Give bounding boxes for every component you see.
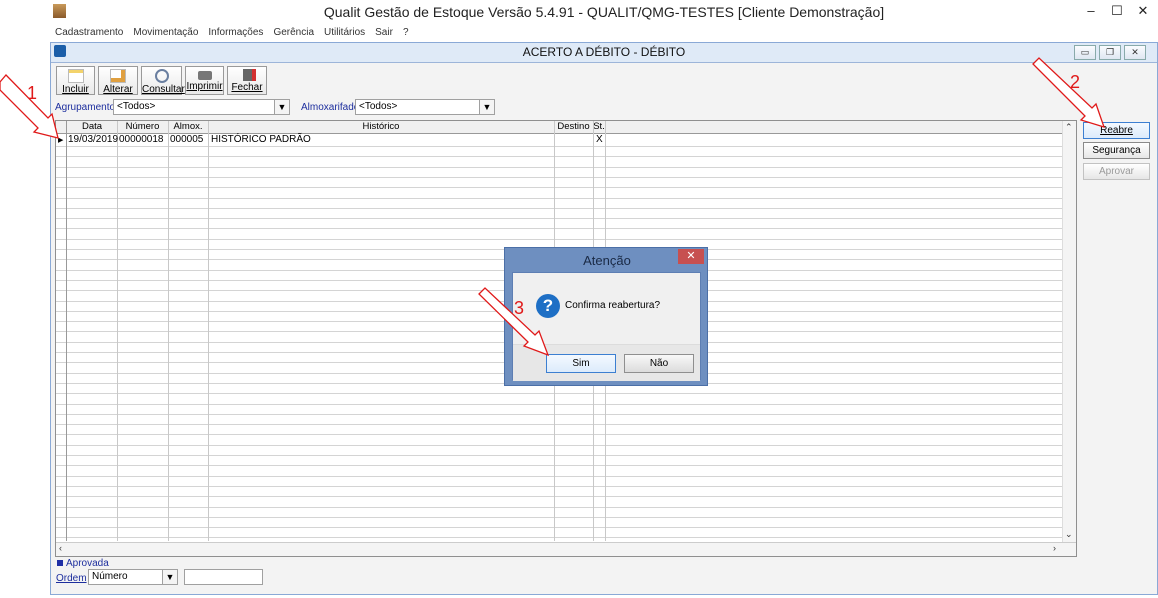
annotation-arrow-1 — [0, 74, 59, 139]
annotation-arrows — [0, 57, 1106, 357]
annotation-arrow-3 — [478, 287, 550, 357]
annotation-arrow-2 — [1032, 57, 1106, 128]
